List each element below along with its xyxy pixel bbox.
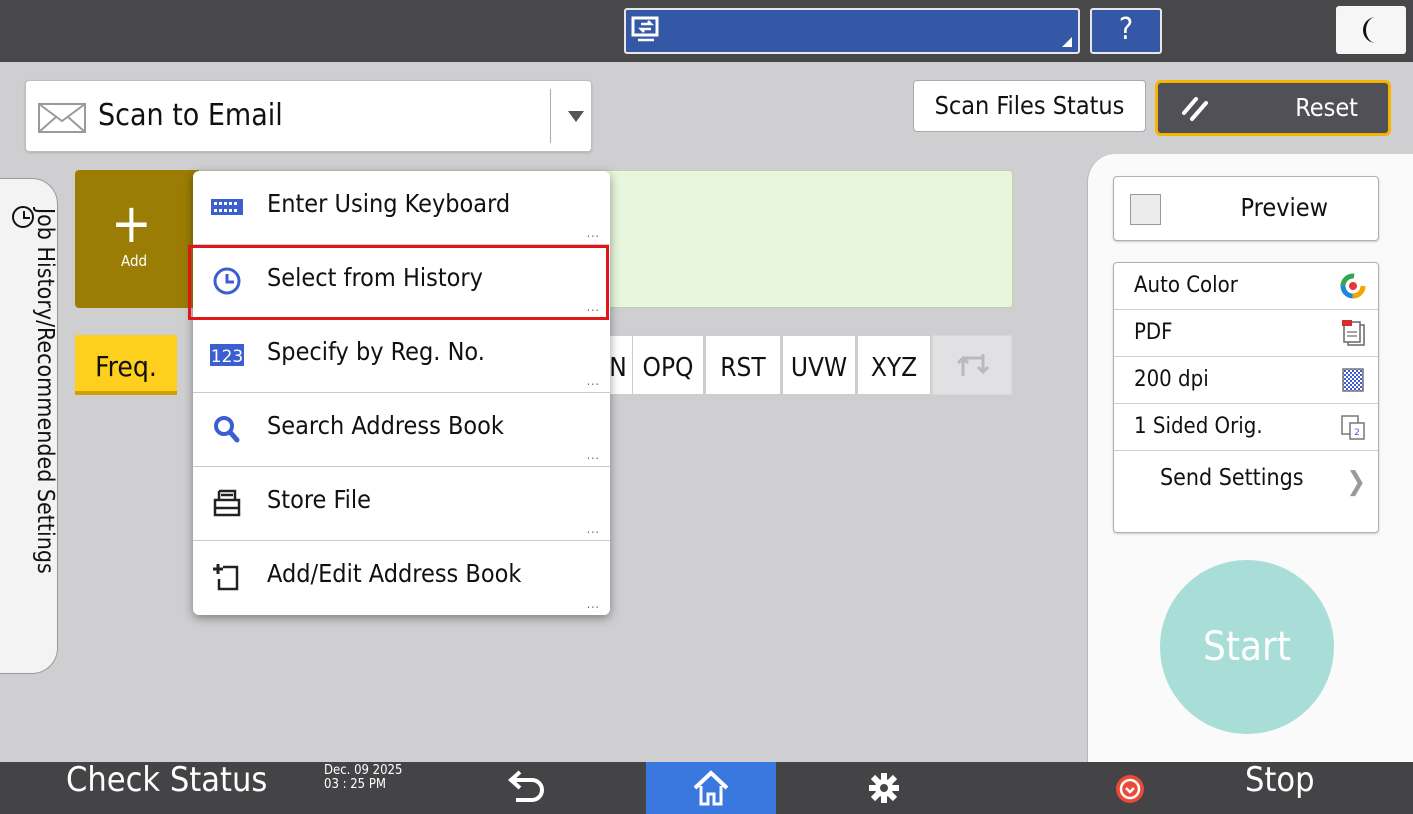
back-arrow-icon xyxy=(507,770,544,802)
envelope-icon xyxy=(38,103,86,133)
menu-item-label: Search Address Book xyxy=(267,411,504,440)
preview-toggle[interactable]: Preview xyxy=(1113,176,1379,241)
setting-resolution[interactable]: 200 dpi xyxy=(1114,357,1378,404)
add-edit-icon xyxy=(213,564,239,591)
tab-opq[interactable]: OPQ xyxy=(632,335,704,395)
svg-text:123: 123 xyxy=(211,347,243,367)
reset-label: Reset xyxy=(1295,93,1358,122)
stop-button[interactable]: Stop xyxy=(1245,760,1315,800)
pdf-file-icon xyxy=(1342,320,1365,346)
more-indicator: ... xyxy=(586,522,600,536)
scan-files-status-button[interactable]: Scan Files Status xyxy=(913,80,1146,132)
resize-corner-icon xyxy=(1062,37,1072,47)
svg-text:2: 2 xyxy=(1354,428,1360,438)
screen-switch-icon xyxy=(631,16,659,42)
setting-label: 1 Sided Orig. xyxy=(1134,414,1263,439)
setting-label: 200 dpi xyxy=(1134,367,1209,392)
send-settings-button[interactable]: Send Settings ❯ xyxy=(1114,451,1378,533)
gear-icon xyxy=(869,773,899,803)
setting-color[interactable]: Auto Color xyxy=(1114,263,1378,310)
side-tab-label: Job History/Recommended Settings xyxy=(32,208,58,574)
divider xyxy=(550,89,551,143)
mode-selector[interactable]: Scan to Email xyxy=(25,80,592,152)
swap-tabs-button[interactable] xyxy=(932,335,1012,395)
tab-frequent[interactable]: Freq. xyxy=(75,335,177,395)
screen-switch-button[interactable] xyxy=(624,8,1080,54)
setting-file-type[interactable]: PDF xyxy=(1114,310,1378,357)
menu-item-label: Store File xyxy=(267,485,371,514)
send-settings-label: Send Settings xyxy=(1160,465,1304,491)
reset-button[interactable]: Reset xyxy=(1155,80,1391,136)
number-123-icon: 123 xyxy=(210,344,244,367)
time: 03 : 25 PM xyxy=(324,777,386,792)
date-time: Dec. 09 2025 03 : 25 PM xyxy=(324,764,402,792)
more-indicator: ... xyxy=(586,448,600,462)
menu-item-label: Add/Edit Address Book xyxy=(267,559,522,588)
tab-uvw[interactable]: UVW xyxy=(782,335,856,395)
menu-item-enter-keyboard[interactable]: Enter Using Keyboard ... xyxy=(193,171,610,245)
setting-label: PDF xyxy=(1134,320,1173,345)
menu-item-search-address[interactable]: Search Address Book ... xyxy=(193,393,610,467)
clock-icon xyxy=(12,206,34,228)
menu-item-reg-no[interactable]: 123 Specify by Reg. No. ... xyxy=(193,319,610,393)
more-indicator: ... xyxy=(586,597,600,611)
preview-checkbox[interactable] xyxy=(1130,194,1161,225)
stop-icon[interactable] xyxy=(1116,775,1144,803)
stop-hand-icon xyxy=(1119,778,1141,800)
more-indicator: ... xyxy=(586,374,600,388)
moon-icon xyxy=(1363,17,1376,43)
menu-item-add-edit-address[interactable]: Add/Edit Address Book ... xyxy=(193,541,610,615)
store-file-icon xyxy=(213,489,241,517)
more-indicator: ... xyxy=(586,226,600,240)
setting-label: Auto Color xyxy=(1134,273,1238,298)
settings-button[interactable] xyxy=(862,768,906,808)
preview-label: Preview xyxy=(1240,193,1328,222)
home-button[interactable] xyxy=(646,762,776,814)
resolution-icon xyxy=(1342,368,1364,392)
keyboard-icon xyxy=(211,199,243,215)
auto-color-icon xyxy=(1340,273,1366,299)
menu-item-store-file[interactable]: Store File ... xyxy=(193,467,610,541)
back-button[interactable] xyxy=(498,766,552,810)
search-icon xyxy=(214,416,240,443)
highlight-box xyxy=(188,245,609,320)
chevron-down-icon[interactable] xyxy=(568,111,584,122)
menu-item-label: Specify by Reg. No. xyxy=(267,337,485,366)
one-sided-icon: 2 xyxy=(1341,415,1365,440)
energy-saver-button[interactable] xyxy=(1336,6,1406,54)
add-label: Add xyxy=(121,252,148,270)
start-button[interactable]: Start xyxy=(1160,560,1334,734)
help-button[interactable]: ? xyxy=(1090,8,1162,54)
chevron-right-icon: ❯ xyxy=(1346,467,1366,497)
check-status-button[interactable]: Check Status xyxy=(66,760,267,800)
plus-icon: + xyxy=(111,192,152,255)
add-destination-button[interactable]: + Add xyxy=(75,170,199,308)
add-destination-menu: Enter Using Keyboard ... Select from His… xyxy=(193,171,610,615)
reset-icon xyxy=(1182,97,1208,121)
swap-icon xyxy=(956,354,990,376)
scan-settings-summary[interactable]: Auto Color PDF 200 dpi 1 Sided Orig. 2 S… xyxy=(1113,262,1379,533)
date: Dec. 09 2025 xyxy=(324,763,403,778)
setting-sides[interactable]: 1 Sided Orig. 2 xyxy=(1114,404,1378,451)
tab-xyz[interactable]: XYZ xyxy=(857,335,931,395)
home-icon xyxy=(693,770,729,806)
mode-title: Scan to Email xyxy=(98,98,283,133)
menu-item-label: Enter Using Keyboard xyxy=(267,189,511,218)
tab-rst[interactable]: RST xyxy=(705,335,781,395)
